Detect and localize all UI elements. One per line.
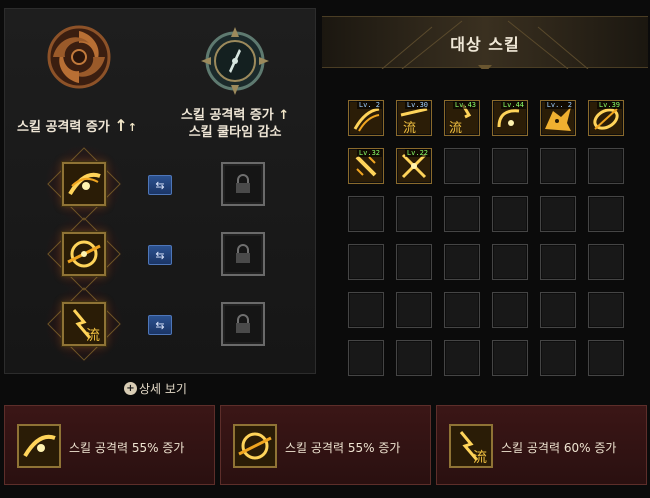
banner-effect-text: 스킬 공격력 55% 증가 — [285, 441, 401, 455]
svg-text:流: 流 — [449, 121, 462, 135]
banner-effect-text: 스킬 공격력 55% 증가 — [69, 441, 185, 455]
target-skills-header: 대상 스킬 — [322, 16, 648, 69]
empty-skill-slot — [444, 196, 480, 232]
swap-arrows-icon: ⇆ — [155, 248, 165, 262]
spiral-slash-icon — [235, 426, 275, 466]
banner-effect-text: 스킬 공격력 60% 증가 — [501, 441, 617, 455]
empty-skill-slot — [444, 292, 480, 328]
empty-skill-slot — [492, 196, 528, 232]
swap-button-2[interactable]: ⇆ — [148, 245, 172, 265]
empty-skill-slot — [444, 340, 480, 376]
empty-skill-slot — [540, 340, 576, 376]
col2-header-line1: 스킬 공격력 증가 — [181, 108, 274, 123]
target-skill-slot[interactable]: 流 Lv.43 — [444, 100, 480, 136]
target-skill-slot[interactable]: Lv.. 2 — [540, 100, 576, 136]
empty-skill-slot — [348, 340, 384, 376]
skill-slot-2[interactable] — [62, 232, 106, 276]
empty-skill-slot — [588, 244, 624, 280]
swoosh-slash-icon — [64, 164, 104, 204]
empty-skill-slot — [588, 196, 624, 232]
lock-icon — [236, 244, 250, 263]
detail-view-label: 상세 보기 — [139, 382, 187, 396]
spiral-slash-icon — [64, 234, 104, 274]
swoosh-slash-icon — [19, 426, 59, 466]
svg-text:流: 流 — [403, 121, 416, 135]
target-skill-slot[interactable]: 流 Lv.30 — [396, 100, 432, 136]
empty-skill-slot — [540, 244, 576, 280]
col2-header: 스킬 공격력 증가 ↑ 스킬 쿨타임 감소 — [181, 107, 289, 141]
empty-skill-slot — [348, 292, 384, 328]
skill-level-badge: Lv.32 — [356, 149, 382, 157]
swap-button-3[interactable]: ⇆ — [148, 315, 172, 335]
lock-icon — [236, 314, 250, 333]
arrow-up-icon: ↑ — [127, 121, 137, 134]
locked-slot-2[interactable] — [221, 232, 265, 276]
empty-skill-slot — [540, 148, 576, 184]
arrow-up-icon: ↑ — [278, 108, 290, 123]
empty-skill-slot — [540, 196, 576, 232]
swap-button-1[interactable]: ⇆ — [148, 175, 172, 195]
empty-skill-slot — [444, 148, 480, 184]
banner-skill-icon-slot: 流 — [449, 424, 493, 468]
skill-level-badge: Lv.22 — [404, 149, 430, 157]
magnifier-plus-icon: + — [124, 382, 137, 395]
detail-view-link[interactable]: + 상세 보기 — [124, 380, 187, 397]
target-skill-slot[interactable]: Lv.39 — [588, 100, 624, 136]
effect-banner-2: 스킬 공격력 55% 증가 — [220, 405, 431, 485]
locked-slot-1[interactable] — [221, 162, 265, 206]
flow-strike-icon: 流 — [64, 304, 104, 344]
banner-skill-icon-slot — [17, 424, 61, 468]
lock-icon — [236, 174, 250, 193]
skill-slot-1[interactable] — [62, 162, 106, 206]
skill-level-badge: Lv.43 — [452, 101, 478, 109]
locked-slot-3[interactable] — [221, 302, 265, 346]
skill-level-badge: Lv.44 — [500, 101, 526, 109]
skill-enhance-panel: 스킬 공격력 증가 ↑↑ 스킬 공격력 증가 ↑ 스킬 쿨타임 감소 ⇆ ⇆ 流… — [4, 8, 316, 374]
empty-skill-slot — [396, 196, 432, 232]
empty-skill-slot — [396, 244, 432, 280]
target-skills-title: 대상 스킬 — [450, 35, 520, 54]
empty-skill-slot — [588, 340, 624, 376]
target-skill-slot[interactable]: Lv.32 — [348, 148, 384, 184]
empty-skill-slot — [348, 244, 384, 280]
svg-text:流: 流 — [473, 450, 487, 466]
target-skill-slot[interactable]: Lv.22 — [396, 148, 432, 184]
banner-skill-icon-slot — [233, 424, 277, 468]
effect-banner-3: 流 스킬 공격력 60% 증가 — [436, 405, 647, 485]
skill-level-badge: Lv.30 — [404, 101, 430, 109]
target-skill-slot[interactable]: Lv. 2 — [348, 100, 384, 136]
skill-level-badge: Lv.39 — [596, 101, 622, 109]
col1-header: 스킬 공격력 증가 ↑↑ — [17, 117, 137, 136]
skill-slot-3[interactable]: 流 — [62, 302, 106, 346]
empty-skill-slot — [588, 148, 624, 184]
target-skill-slot[interactable]: Lv.44 — [492, 100, 528, 136]
empty-skill-slot — [492, 340, 528, 376]
target-skills-panel: 대상 스킬 Lv. 2 流 Lv.30 流 Lv.43 Lv.44 Lv.. 2… — [322, 16, 648, 376]
svg-text:流: 流 — [86, 328, 100, 344]
empty-skill-slot — [540, 292, 576, 328]
empty-skill-slot — [396, 292, 432, 328]
empty-skill-slot — [348, 196, 384, 232]
skill-level-badge: Lv.. 2 — [544, 101, 574, 109]
effect-banner-1: 스킬 공격력 55% 증가 — [4, 405, 215, 485]
skill-level-badge: Lv. 2 — [356, 101, 382, 109]
col1-header-text: 스킬 공격력 증가 — [17, 120, 110, 135]
swap-arrows-icon: ⇆ — [155, 318, 165, 332]
empty-skill-slot — [492, 292, 528, 328]
flow-strike-icon: 流 — [451, 426, 491, 466]
empty-skill-slot — [588, 292, 624, 328]
compass-emblem-icon — [201, 27, 269, 95]
empty-skill-slot — [492, 244, 528, 280]
empty-skill-slot — [492, 148, 528, 184]
empty-skill-slot — [396, 340, 432, 376]
empty-skill-slot — [444, 244, 480, 280]
swap-arrows-icon: ⇆ — [155, 178, 165, 192]
col2-header-line2: 스킬 쿨타임 감소 — [188, 125, 282, 140]
arrow-up-icon: ↑ — [114, 116, 128, 135]
swirl-emblem-icon — [47, 25, 111, 89]
